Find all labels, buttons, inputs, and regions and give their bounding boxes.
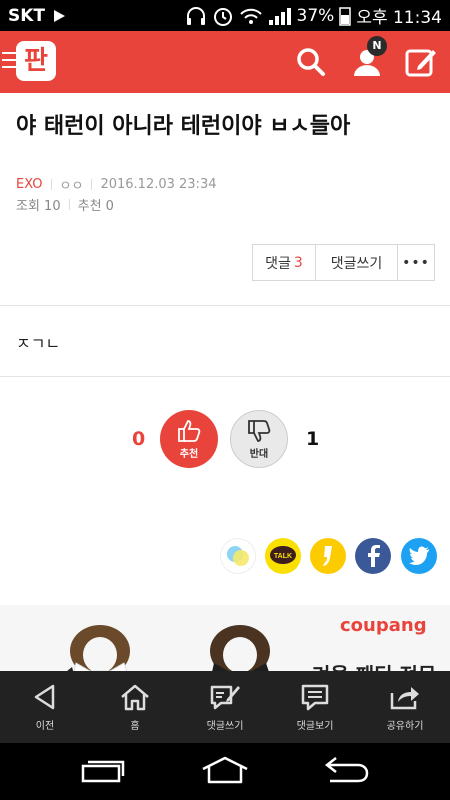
share-label: 공유하기 bbox=[386, 721, 424, 732]
more-button[interactable]: ••• bbox=[398, 245, 434, 280]
signal-icon bbox=[268, 7, 291, 25]
post-date: 2016.12.03 23:34 bbox=[100, 177, 217, 192]
post-category[interactable]: EXO bbox=[16, 177, 43, 192]
home-nav-icon[interactable] bbox=[200, 755, 250, 785]
app-logo[interactable]: 판 bbox=[16, 41, 56, 81]
home-button[interactable]: 홈 bbox=[90, 671, 180, 743]
system-nav-bar bbox=[0, 743, 450, 800]
twitter-share-icon[interactable] bbox=[401, 538, 437, 574]
kakaotalk-share-icon[interactable]: TALK bbox=[265, 538, 301, 574]
write-comment-tab[interactable]: 댓글쓰기 bbox=[180, 671, 270, 743]
view-comments-label: 댓글보기 bbox=[296, 721, 334, 732]
prev-button[interactable]: 이전 bbox=[0, 671, 90, 743]
comments-count: 3 bbox=[293, 254, 303, 271]
notification-badge: N bbox=[367, 36, 387, 56]
carrier-label: SKT bbox=[8, 5, 46, 26]
bottom-toolbar: 이전 홈 댓글쓰기 댓글보기 공유하기 bbox=[0, 671, 450, 743]
recommend-count: 추천 0 bbox=[77, 199, 114, 214]
thumbs-down-icon bbox=[248, 420, 271, 442]
upvote-count: 0 bbox=[132, 428, 146, 450]
clock: 오후 11:34 bbox=[356, 8, 442, 28]
post-stats: 조회 10 추천 0 bbox=[16, 195, 114, 214]
share-icon bbox=[390, 687, 419, 710]
prev-label: 이전 bbox=[35, 721, 55, 732]
line-share-icon[interactable] bbox=[220, 538, 256, 574]
post-body: ㅈㄱㄴ bbox=[16, 334, 61, 353]
wifi-icon bbox=[239, 8, 262, 24]
downvote-count: 1 bbox=[306, 428, 320, 450]
separator bbox=[91, 179, 93, 190]
divider bbox=[0, 376, 450, 377]
view-count: 조회 10 bbox=[16, 199, 61, 214]
comments-label: 댓글 bbox=[265, 255, 291, 272]
thumbs-up-icon bbox=[178, 420, 201, 442]
facebook-share-icon[interactable] bbox=[355, 538, 391, 574]
comment-edit-icon bbox=[210, 685, 240, 710]
share-button[interactable]: 공유하기 bbox=[360, 671, 450, 743]
write-comment-button[interactable]: 댓글쓰기 bbox=[316, 245, 398, 280]
view-comments-tab[interactable]: 댓글보기 bbox=[270, 671, 360, 743]
recent-apps-icon[interactable] bbox=[80, 755, 126, 785]
downvote-button[interactable]: 반대 bbox=[230, 410, 288, 468]
headset-icon bbox=[186, 6, 205, 25]
post-author: ㅇㅇ bbox=[59, 179, 84, 194]
separator bbox=[68, 199, 70, 210]
comment-list-icon bbox=[301, 684, 329, 711]
ad-headline: 겨울 패딩 전문 bbox=[312, 659, 436, 671]
write-icon[interactable] bbox=[404, 45, 438, 79]
svg-text:TALK: TALK bbox=[274, 553, 292, 560]
status-bar: SKT 37% 오후 11:34 bbox=[0, 0, 450, 31]
kakaostory-share-icon[interactable] bbox=[310, 538, 346, 574]
home-icon bbox=[121, 684, 149, 711]
battery-icon bbox=[339, 6, 352, 26]
play-icon bbox=[54, 9, 66, 22]
back-nav-icon[interactable] bbox=[322, 755, 370, 785]
ad-jacket-image bbox=[67, 625, 270, 671]
back-arrow-icon bbox=[34, 684, 55, 710]
downvote-label: 반대 bbox=[249, 449, 269, 460]
home-label: 홈 bbox=[130, 721, 140, 732]
separator bbox=[50, 179, 52, 190]
post-meta: EXO ㅇㅇ 2016.12.03 23:34 bbox=[16, 175, 216, 194]
app-bar: 판 N bbox=[0, 31, 450, 93]
comments-button[interactable]: 댓글 3 bbox=[253, 245, 316, 280]
alarm-icon bbox=[213, 7, 232, 26]
ad-banner[interactable]: coupang 겨울 패딩 전문 bbox=[0, 605, 450, 671]
write-comment-tab-label: 댓글쓰기 bbox=[206, 721, 244, 732]
battery-percent: 37% bbox=[296, 5, 335, 26]
divider bbox=[0, 305, 450, 306]
post-title: 야 태런이 아니라 테런이야 ㅂㅅ들아 bbox=[16, 114, 351, 139]
upvote-label: 추천 bbox=[179, 449, 199, 460]
search-icon[interactable] bbox=[294, 45, 328, 79]
post-action-buttons: 댓글 3 댓글쓰기 ••• bbox=[252, 244, 435, 281]
menu-icon[interactable] bbox=[2, 52, 16, 70]
upvote-button[interactable]: 추천 bbox=[160, 410, 218, 468]
ad-brand-logo: coupang bbox=[340, 615, 427, 636]
